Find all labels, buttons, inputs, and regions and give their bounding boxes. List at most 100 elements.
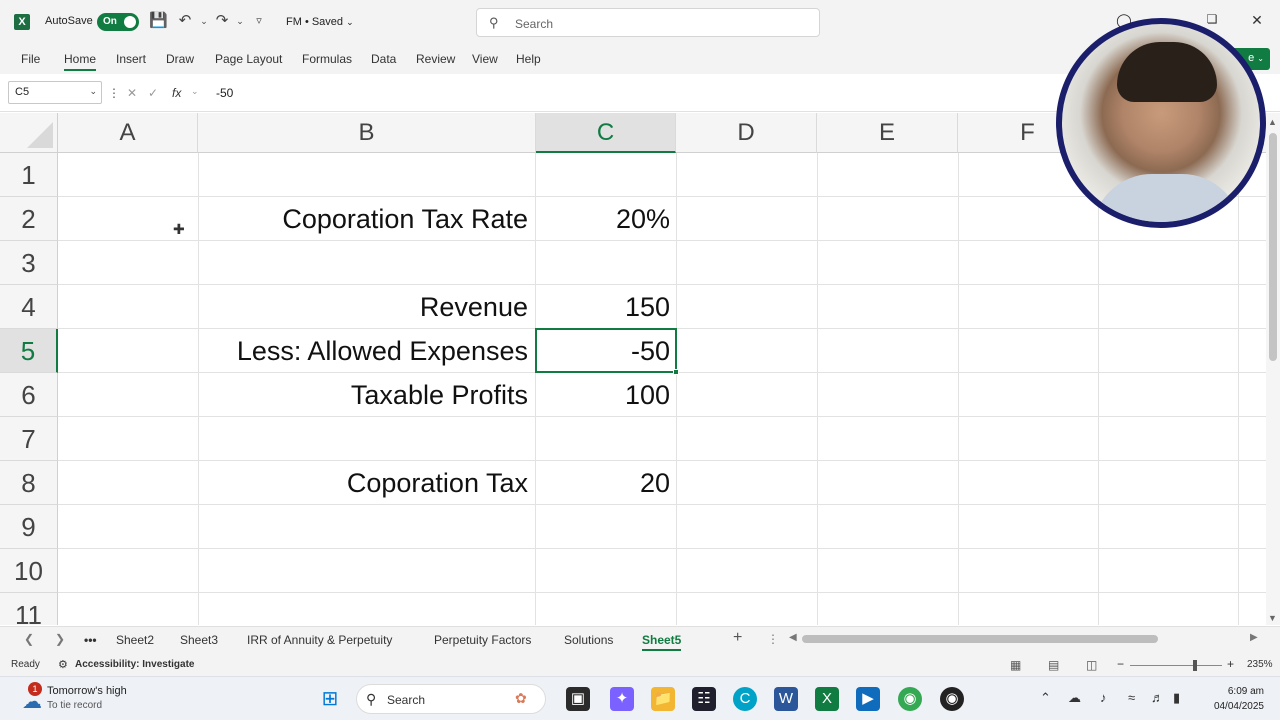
autosave-toggle[interactable]: On (97, 13, 139, 31)
row-header-5[interactable]: 5 (0, 329, 58, 373)
cancel-icon[interactable]: ✕ (127, 86, 137, 100)
windows-start-icon[interactable]: ⊞ (318, 687, 342, 711)
scroll-up-icon[interactable]: ▲ (1268, 117, 1277, 127)
microphone-icon[interactable]: ♪ (1100, 690, 1107, 705)
tab-sheet3[interactable]: Sheet3 (180, 633, 218, 647)
scroll-right-icon[interactable]: ▶ (1250, 632, 1258, 643)
search-box[interactable]: ⚲ Search (476, 8, 820, 37)
row-header-11[interactable]: 11 (0, 593, 58, 625)
scroll-down-icon[interactable]: ▼ (1268, 613, 1277, 623)
cell-b4[interactable]: Revenue (198, 285, 530, 329)
weather-title[interactable]: Tomorrow's high (47, 685, 127, 697)
tab-sheet5[interactable]: Sheet5 (642, 633, 682, 651)
app-icon-dark[interactable]: ◉ (940, 687, 964, 711)
row-header-9[interactable]: 9 (0, 505, 58, 549)
tab-sheet2[interactable]: Sheet2 (116, 633, 154, 647)
scroll-left-icon[interactable]: ◀ (789, 632, 797, 643)
taskbar-search[interactable]: ⚲ Search ✿ (356, 684, 546, 714)
redo-icon[interactable]: ↷ (213, 12, 231, 30)
document-title[interactable]: FM • Saved ⌄ (286, 16, 354, 28)
app-icon-blue[interactable]: ▶ (856, 687, 880, 711)
restore-icon[interactable]: ❏ (1202, 12, 1222, 26)
page-layout-view-icon[interactable]: ▤ (1048, 658, 1059, 672)
battery-icon[interactable]: ▮ (1173, 690, 1180, 706)
file-explorer-icon[interactable]: 📁 (651, 687, 675, 711)
column-header-b[interactable]: B (198, 113, 536, 153)
normal-view-icon[interactable]: ▦ (1010, 658, 1021, 672)
cell-c2[interactable]: 20% (536, 197, 672, 241)
save-icon[interactable]: 💾 (149, 12, 168, 30)
zoom-out-icon[interactable]: − (1117, 657, 1124, 671)
cell-c6[interactable]: 100 (536, 373, 672, 417)
cell-b8[interactable]: Coporation Tax (198, 461, 530, 505)
select-all-corner[interactable] (0, 113, 58, 153)
menu-draw[interactable]: Draw (166, 52, 194, 66)
cell-c4[interactable]: 150 (536, 285, 672, 329)
system-clock[interactable]: 6:09 am 04/04/2025 (1200, 684, 1264, 714)
undo-icon[interactable]: ↶ (176, 12, 194, 30)
row-header-2[interactable]: 2 (0, 197, 58, 241)
excel-taskbar-icon[interactable]: X (815, 687, 839, 711)
add-sheet-button[interactable]: + (733, 629, 742, 647)
chevron-down-icon[interactable]: ⌄ (191, 86, 199, 97)
tab-irr-annuity-perpetuity[interactable]: IRR of Annuity & Perpetuity (247, 633, 392, 647)
menu-formulas[interactable]: Formulas (302, 52, 352, 66)
vertical-scroll-thumb[interactable] (1269, 133, 1277, 361)
row-header-3[interactable]: 3 (0, 241, 58, 285)
undo-dropdown-icon[interactable]: ⌄ (195, 12, 213, 30)
vertical-scrollbar[interactable]: ▲ ▼ (1266, 113, 1280, 625)
zoom-in-icon[interactable]: + (1227, 657, 1234, 671)
horizontal-scroll-thumb[interactable] (802, 635, 1158, 643)
tab-solutions[interactable]: Solutions (564, 633, 613, 647)
menu-home[interactable]: Home (64, 52, 97, 71)
name-box[interactable]: C5 ⌄ (8, 81, 102, 104)
column-header-c[interactable]: C (536, 113, 676, 153)
tab-perpetuity-factors[interactable]: Perpetuity Factors (434, 633, 531, 647)
prev-sheet-icon[interactable]: ❮ (24, 632, 34, 646)
task-view-icon[interactable]: ▣ (566, 687, 590, 711)
row-header-7[interactable]: 7 (0, 417, 58, 461)
row-header-1[interactable]: 1 (0, 153, 58, 197)
row-header-10[interactable]: 10 (0, 549, 58, 593)
column-header-e[interactable]: E (817, 113, 958, 153)
column-header-a[interactable]: A (58, 113, 198, 153)
word-icon[interactable]: W (774, 687, 798, 711)
onedrive-icon[interactable]: ☁ (1068, 690, 1081, 706)
more-sheets-button[interactable]: ••• (84, 633, 97, 647)
menu-help[interactable]: Help (516, 52, 541, 66)
zoom-level[interactable]: 235% (1247, 659, 1273, 670)
app-icon[interactable]: ☷ (692, 687, 716, 711)
copilot-icon[interactable]: ✦ (610, 687, 634, 711)
show-hidden-icons[interactable]: ⌃ (1040, 690, 1051, 706)
redo-dropdown-icon[interactable]: ⌄ (231, 12, 249, 30)
formula-input[interactable]: -50 (216, 86, 233, 100)
browser-icon[interactable]: C (733, 687, 757, 711)
volume-icon[interactable]: ♬ (1151, 690, 1164, 705)
menu-file[interactable]: File (21, 52, 40, 66)
chrome-icon[interactable]: ◉ (898, 687, 922, 711)
cell-b2[interactable]: Coporation Tax Rate (198, 197, 530, 241)
accessibility-status[interactable]: Accessibility: Investigate (75, 659, 195, 670)
more-options-icon[interactable]: ⋮ (108, 86, 120, 100)
row-header-4[interactable]: 4 (0, 285, 58, 329)
menu-data[interactable]: Data (371, 52, 396, 66)
column-header-d[interactable]: D (676, 113, 817, 153)
fill-handle[interactable] (673, 369, 679, 375)
row-header-8[interactable]: 8 (0, 461, 58, 505)
cell-c8[interactable]: 20 (536, 461, 672, 505)
tabs-options-icon[interactable]: ⋮ (767, 632, 779, 646)
enter-icon[interactable]: ✓ (148, 86, 158, 100)
customize-toolbar-icon[interactable]: ▿ (250, 12, 268, 30)
wifi-icon[interactable]: ≈ (1128, 690, 1135, 705)
row-header-6[interactable]: 6 (0, 373, 58, 417)
zoom-slider[interactable] (1130, 665, 1222, 666)
cell-b5[interactable]: Less: Allowed Expenses (198, 329, 530, 373)
chevron-down-icon[interactable]: ⌄ (89, 86, 97, 97)
close-icon[interactable]: ✕ (1247, 12, 1267, 29)
menu-insert[interactable]: Insert (116, 52, 146, 66)
menu-review[interactable]: Review (416, 52, 455, 66)
page-break-view-icon[interactable]: ◫ (1086, 658, 1097, 672)
menu-page-layout[interactable]: Page Layout (215, 52, 282, 66)
cell-b6[interactable]: Taxable Profits (198, 373, 530, 417)
menu-view[interactable]: View (472, 52, 498, 66)
